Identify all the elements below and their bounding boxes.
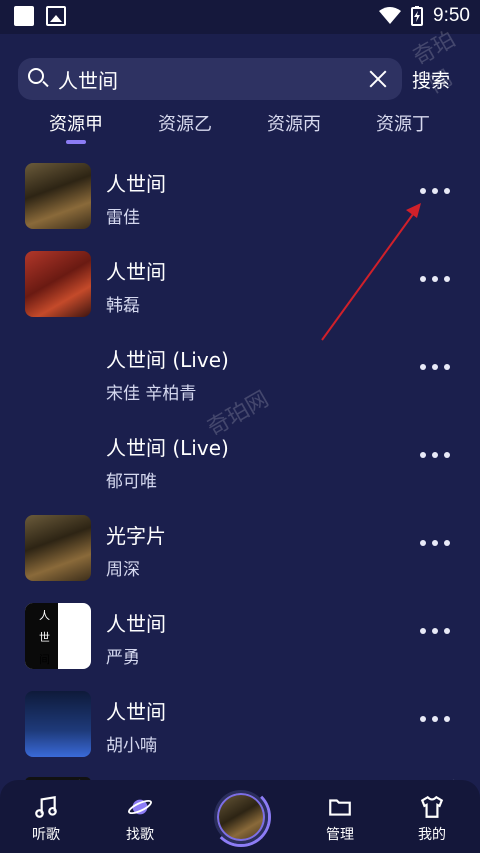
nav-find[interactable]: 找歌 [110, 794, 170, 844]
song-title: 人世间 [106, 172, 166, 196]
nav-listen[interactable]: 听歌 [16, 794, 76, 844]
song-row[interactable]: 光字片 周深 [0, 502, 480, 590]
planet-icon [128, 799, 152, 815]
nav-manage[interactable]: 管理 [310, 794, 370, 844]
song-title: 人世间 (Live) [106, 436, 229, 460]
image-notification-icon [46, 6, 66, 26]
song-artist: 宋佳 辛柏青 [106, 384, 197, 404]
battery-charging-icon [411, 6, 424, 26]
tab-source-d[interactable]: 资源丁 [358, 110, 448, 136]
now-playing-disc[interactable] [214, 790, 268, 844]
song-artist: 胡小喃 [106, 736, 157, 756]
song-title: 人世间 [106, 612, 166, 636]
more-options-icon[interactable] [420, 540, 450, 550]
more-options-icon[interactable] [420, 716, 450, 726]
album-cover [25, 515, 91, 581]
nav-mine[interactable]: 我的 [402, 794, 462, 844]
song-artist: 韩磊 [106, 296, 140, 316]
more-options-icon[interactable] [420, 364, 450, 374]
music-note-icon [35, 795, 57, 818]
tab-source-a[interactable]: 资源甲 [31, 110, 121, 136]
more-options-icon[interactable] [420, 628, 450, 638]
song-artist: 雷佳 [106, 208, 140, 228]
tab-source-c[interactable]: 资源丙 [249, 110, 339, 136]
more-options-icon[interactable] [420, 276, 450, 286]
active-tab-indicator [66, 140, 86, 144]
song-artist: 郁可唯 [106, 472, 157, 492]
song-artist: 周深 [106, 560, 140, 580]
notification-square-icon [14, 6, 34, 26]
folder-icon [329, 799, 351, 816]
album-cover [25, 251, 91, 317]
song-title: 光字片 [106, 524, 166, 548]
search-icon [28, 68, 44, 84]
cover-text: 间 [39, 653, 50, 666]
song-title: 人世间 [106, 260, 166, 284]
more-options-icon[interactable] [420, 452, 450, 462]
song-title: 人世间 [106, 700, 166, 724]
song-row[interactable]: 人 世 间 人世间 严勇 [0, 590, 480, 678]
song-artist: 严勇 [106, 648, 140, 668]
album-cover [25, 163, 91, 229]
song-row[interactable]: 人世间 雷佳 [0, 150, 480, 238]
search-box[interactable] [18, 58, 402, 100]
search-input[interactable] [58, 66, 358, 92]
wifi-icon [379, 7, 402, 24]
cover-text: 世 [39, 631, 50, 644]
song-title: 人世间 (Live) [106, 348, 229, 372]
clear-icon[interactable] [368, 69, 388, 89]
song-row[interactable]: 人世间 韩磊 [0, 238, 480, 326]
status-bar: 9:50 [0, 0, 480, 34]
tab-source-b[interactable]: 资源乙 [140, 110, 230, 136]
album-cover [25, 691, 91, 757]
album-cover: 人 世 间 [25, 603, 91, 669]
shirt-icon [420, 795, 444, 818]
song-row[interactable]: 人世间 胡小喃 [0, 678, 480, 766]
more-options-icon[interactable] [420, 188, 450, 198]
cover-text: 人 [39, 609, 50, 622]
